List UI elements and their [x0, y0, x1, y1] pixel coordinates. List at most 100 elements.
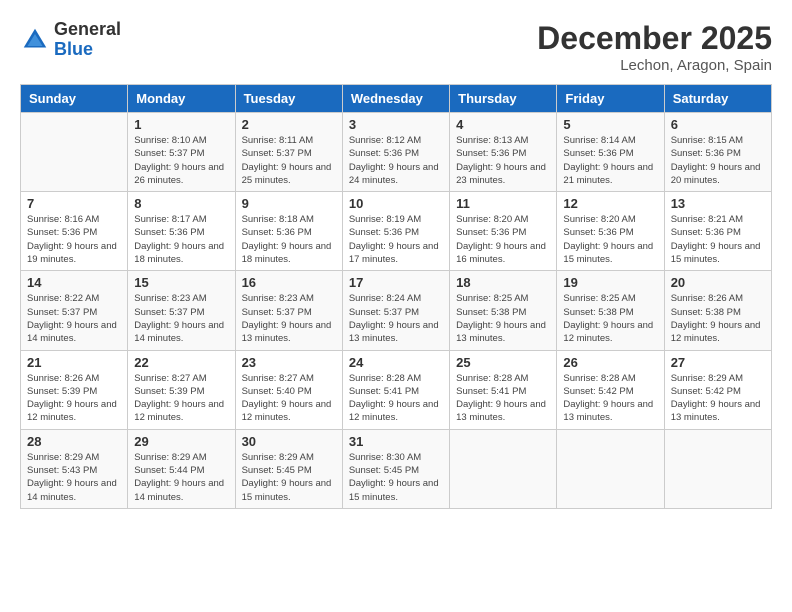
- calendar-cell: 28 Sunrise: 8:29 AMSunset: 5:43 PMDayligh…: [21, 429, 128, 508]
- day-number: 12: [563, 196, 657, 211]
- day-number: 4: [456, 117, 550, 132]
- calendar-week-row: 28 Sunrise: 8:29 AMSunset: 5:43 PMDayligh…: [21, 429, 772, 508]
- day-sun-info: Sunrise: 8:18 AMSunset: 5:36 PMDaylight:…: [242, 213, 336, 266]
- calendar-cell: 16 Sunrise: 8:23 AMSunset: 5:37 PMDayligh…: [235, 271, 342, 350]
- calendar-cell: 8 Sunrise: 8:17 AMSunset: 5:36 PMDaylight…: [128, 192, 235, 271]
- day-sun-info: Sunrise: 8:13 AMSunset: 5:36 PMDaylight:…: [456, 134, 550, 187]
- day-number: 2: [242, 117, 336, 132]
- weekday-header: Monday: [128, 85, 235, 113]
- day-sun-info: Sunrise: 8:14 AMSunset: 5:36 PMDaylight:…: [563, 134, 657, 187]
- day-sun-info: Sunrise: 8:27 AMSunset: 5:40 PMDaylight:…: [242, 372, 336, 425]
- day-number: 10: [349, 196, 443, 211]
- calendar-cell: 22 Sunrise: 8:27 AMSunset: 5:39 PMDayligh…: [128, 350, 235, 429]
- day-sun-info: Sunrise: 8:30 AMSunset: 5:45 PMDaylight:…: [349, 451, 443, 504]
- calendar-cell: 21Sunrise: 8:26 AMSunset: 5:39 PMDayligh…: [21, 350, 128, 429]
- calendar-cell: 27Sunrise: 8:29 AMSunset: 5:42 PMDayligh…: [664, 350, 771, 429]
- day-sun-info: Sunrise: 8:23 AMSunset: 5:37 PMDaylight:…: [242, 292, 336, 345]
- calendar-cell: 9 Sunrise: 8:18 AMSunset: 5:36 PMDaylight…: [235, 192, 342, 271]
- calendar-cell: 30 Sunrise: 8:29 AMSunset: 5:45 PMDayligh…: [235, 429, 342, 508]
- calendar-cell: 18Sunrise: 8:25 AMSunset: 5:38 PMDayligh…: [450, 271, 557, 350]
- location: Lechon, Aragon, Spain: [537, 57, 772, 74]
- day-sun-info: Sunrise: 8:19 AMSunset: 5:36 PMDaylight:…: [349, 213, 443, 266]
- page-header: General Blue December 2025 Lechon, Arago…: [20, 20, 772, 74]
- calendar-cell: [21, 113, 128, 192]
- day-sun-info: Sunrise: 8:26 AMSunset: 5:39 PMDaylight:…: [27, 372, 121, 425]
- weekday-header: Wednesday: [342, 85, 449, 113]
- calendar-cell: 26 Sunrise: 8:28 AMSunset: 5:42 PMDayligh…: [557, 350, 664, 429]
- day-number: 25: [456, 355, 550, 370]
- logo-text: General Blue: [54, 20, 121, 60]
- calendar-cell: 6 Sunrise: 8:15 AMSunset: 5:36 PMDaylight…: [664, 113, 771, 192]
- calendar-cell: 5Sunrise: 8:14 AMSunset: 5:36 PMDaylight…: [557, 113, 664, 192]
- calendar-table: SundayMondayTuesdayWednesdayThursdayFrid…: [20, 84, 772, 509]
- calendar-week-row: 21Sunrise: 8:26 AMSunset: 5:39 PMDayligh…: [21, 350, 772, 429]
- day-sun-info: Sunrise: 8:10 AMSunset: 5:37 PMDaylight:…: [134, 134, 228, 187]
- day-sun-info: Sunrise: 8:11 AMSunset: 5:37 PMDaylight:…: [242, 134, 336, 187]
- weekday-header: Saturday: [664, 85, 771, 113]
- calendar-cell: 13Sunrise: 8:21 AMSunset: 5:36 PMDayligh…: [664, 192, 771, 271]
- calendar-cell: 14 Sunrise: 8:22 AMSunset: 5:37 PMDayligh…: [21, 271, 128, 350]
- calendar-header: SundayMondayTuesdayWednesdayThursdayFrid…: [21, 85, 772, 113]
- day-number: 31: [349, 434, 443, 449]
- day-number: 26: [563, 355, 657, 370]
- calendar-cell: 19 Sunrise: 8:25 AMSunset: 5:38 PMDayligh…: [557, 271, 664, 350]
- day-number: 22: [134, 355, 228, 370]
- day-number: 6: [671, 117, 765, 132]
- day-sun-info: Sunrise: 8:27 AMSunset: 5:39 PMDaylight:…: [134, 372, 228, 425]
- calendar-cell: [450, 429, 557, 508]
- weekday-header: Tuesday: [235, 85, 342, 113]
- day-sun-info: Sunrise: 8:15 AMSunset: 5:36 PMDaylight:…: [671, 134, 765, 187]
- day-sun-info: Sunrise: 8:23 AMSunset: 5:37 PMDaylight:…: [134, 292, 228, 345]
- day-number: 20: [671, 275, 765, 290]
- logo-icon: [20, 25, 50, 55]
- day-number: 27: [671, 355, 765, 370]
- day-number: 8: [134, 196, 228, 211]
- calendar-cell: 24 Sunrise: 8:28 AMSunset: 5:41 PMDayligh…: [342, 350, 449, 429]
- day-sun-info: Sunrise: 8:12 AMSunset: 5:36 PMDaylight:…: [349, 134, 443, 187]
- calendar-cell: [664, 429, 771, 508]
- day-number: 28: [27, 434, 121, 449]
- day-sun-info: Sunrise: 8:22 AMSunset: 5:37 PMDaylight:…: [27, 292, 121, 345]
- month-title: December 2025: [537, 20, 772, 57]
- day-sun-info: Sunrise: 8:29 AMSunset: 5:44 PMDaylight:…: [134, 451, 228, 504]
- calendar-week-row: 1 Sunrise: 8:10 AMSunset: 5:37 PMDaylight…: [21, 113, 772, 192]
- calendar-cell: 31 Sunrise: 8:30 AMSunset: 5:45 PMDayligh…: [342, 429, 449, 508]
- day-sun-info: Sunrise: 8:28 AMSunset: 5:41 PMDaylight:…: [456, 372, 550, 425]
- day-sun-info: Sunrise: 8:29 AMSunset: 5:43 PMDaylight:…: [27, 451, 121, 504]
- logo-blue: Blue: [54, 39, 93, 59]
- day-number: 9: [242, 196, 336, 211]
- weekday-header: Sunday: [21, 85, 128, 113]
- day-sun-info: Sunrise: 8:21 AMSunset: 5:36 PMDaylight:…: [671, 213, 765, 266]
- day-number: 30: [242, 434, 336, 449]
- logo-general: General: [54, 19, 121, 39]
- calendar-cell: 1 Sunrise: 8:10 AMSunset: 5:37 PMDaylight…: [128, 113, 235, 192]
- day-number: 14: [27, 275, 121, 290]
- day-sun-info: Sunrise: 8:17 AMSunset: 5:36 PMDaylight:…: [134, 213, 228, 266]
- day-number: 17: [349, 275, 443, 290]
- day-sun-info: Sunrise: 8:28 AMSunset: 5:41 PMDaylight:…: [349, 372, 443, 425]
- day-number: 11: [456, 196, 550, 211]
- day-sun-info: Sunrise: 8:20 AMSunset: 5:36 PMDaylight:…: [563, 213, 657, 266]
- weekday-header: Friday: [557, 85, 664, 113]
- day-number: 29: [134, 434, 228, 449]
- day-number: 24: [349, 355, 443, 370]
- day-sun-info: Sunrise: 8:24 AMSunset: 5:37 PMDaylight:…: [349, 292, 443, 345]
- day-number: 16: [242, 275, 336, 290]
- calendar-cell: 10 Sunrise: 8:19 AMSunset: 5:36 PMDayligh…: [342, 192, 449, 271]
- calendar-cell: [557, 429, 664, 508]
- day-sun-info: Sunrise: 8:25 AMSunset: 5:38 PMDaylight:…: [563, 292, 657, 345]
- day-sun-info: Sunrise: 8:28 AMSunset: 5:42 PMDaylight:…: [563, 372, 657, 425]
- day-sun-info: Sunrise: 8:20 AMSunset: 5:36 PMDaylight:…: [456, 213, 550, 266]
- day-number: 19: [563, 275, 657, 290]
- calendar-cell: 25 Sunrise: 8:28 AMSunset: 5:41 PMDayligh…: [450, 350, 557, 429]
- day-sun-info: Sunrise: 8:29 AMSunset: 5:45 PMDaylight:…: [242, 451, 336, 504]
- calendar-cell: 15Sunrise: 8:23 AMSunset: 5:37 PMDayligh…: [128, 271, 235, 350]
- day-sun-info: Sunrise: 8:26 AMSunset: 5:38 PMDaylight:…: [671, 292, 765, 345]
- day-number: 7: [27, 196, 121, 211]
- title-block: December 2025 Lechon, Aragon, Spain: [537, 20, 772, 74]
- calendar-cell: 7Sunrise: 8:16 AMSunset: 5:36 PMDaylight…: [21, 192, 128, 271]
- calendar-cell: 11 Sunrise: 8:20 AMSunset: 5:36 PMDayligh…: [450, 192, 557, 271]
- calendar-cell: 2 Sunrise: 8:11 AMSunset: 5:37 PMDaylight…: [235, 113, 342, 192]
- day-number: 1: [134, 117, 228, 132]
- calendar-cell: 17 Sunrise: 8:24 AMSunset: 5:37 PMDayligh…: [342, 271, 449, 350]
